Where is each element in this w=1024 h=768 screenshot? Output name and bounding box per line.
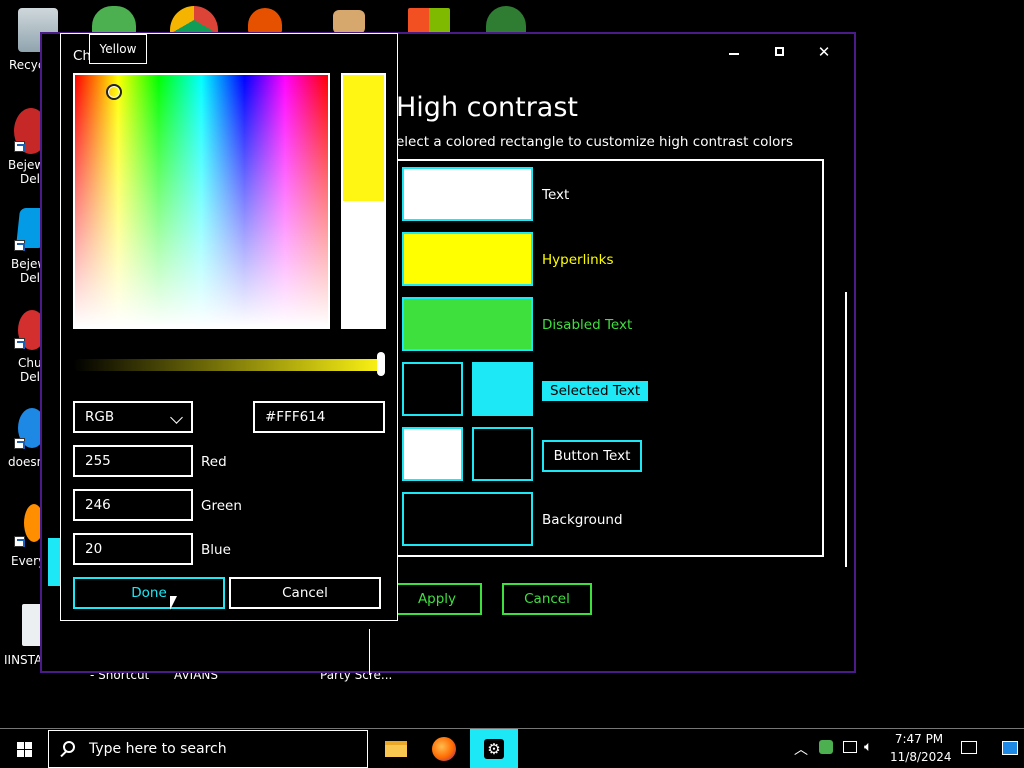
green-label: Green bbox=[201, 498, 242, 514]
file-explorer-taskbar-button[interactable] bbox=[372, 729, 420, 768]
blue-input[interactable]: 20 bbox=[73, 533, 193, 565]
network-icon[interactable] bbox=[843, 741, 857, 753]
search-placeholder: Type here to search bbox=[89, 741, 227, 757]
vertical-scrollbar[interactable] bbox=[845, 292, 847, 567]
close-icon: ✕ bbox=[817, 43, 831, 61]
selected-color-preview bbox=[343, 75, 384, 201]
background-color-swatch[interactable] bbox=[402, 492, 533, 546]
shortcut-arrow-icon bbox=[14, 240, 25, 251]
disabled-text-row-label: Disabled Text bbox=[542, 317, 633, 333]
blue-label: Blue bbox=[201, 542, 231, 558]
chrome-icon[interactable] bbox=[170, 6, 218, 34]
settings-cancel-button[interactable]: Cancel bbox=[502, 583, 592, 615]
hex-input[interactable]: #FFF614 bbox=[253, 401, 385, 433]
color-spectrum[interactable] bbox=[73, 73, 330, 329]
color-name-tooltip: Yellow bbox=[89, 34, 147, 64]
firefox-icon bbox=[432, 737, 456, 761]
button-text-background-swatch[interactable] bbox=[472, 427, 533, 481]
volume-icon[interactable]: 🔈︎ bbox=[864, 739, 872, 755]
avatar-character-icon[interactable] bbox=[486, 6, 526, 34]
maximize-button[interactable] bbox=[764, 42, 794, 62]
color-preview bbox=[341, 73, 386, 329]
button-text-row-label: Button Text bbox=[542, 440, 642, 472]
selected-text-row-label: Selected Text bbox=[542, 381, 649, 401]
hyperlinks-row-label: Hyperlinks bbox=[542, 252, 614, 268]
desktop-label-chu-a: Chu bbox=[18, 356, 42, 370]
page-subtitle: elect a colored rectangle to customize h… bbox=[396, 134, 794, 150]
green-input[interactable]: 246 bbox=[73, 489, 193, 521]
selected-text-background-swatch[interactable] bbox=[472, 362, 533, 416]
desktop-label-does: doesn bbox=[8, 455, 45, 469]
shortcut-arrow-icon bbox=[14, 338, 25, 349]
maximize-icon bbox=[774, 47, 784, 56]
brightness-slider[interactable] bbox=[73, 359, 385, 371]
window-divider bbox=[369, 629, 370, 675]
security-tray-icon[interactable] bbox=[819, 740, 833, 754]
chevron-up-icon[interactable]: ︿ bbox=[794, 739, 808, 759]
firefox-taskbar-button[interactable] bbox=[420, 729, 468, 768]
folder-icon bbox=[385, 741, 407, 757]
minimize-icon bbox=[729, 53, 739, 55]
mouse-pointer-icon bbox=[170, 596, 177, 610]
desktop-label-install: IINSTA bbox=[4, 653, 43, 667]
close-button[interactable]: ✕ bbox=[809, 42, 839, 62]
chevron-down-icon bbox=[170, 411, 183, 424]
text-row-label: Text bbox=[542, 187, 570, 203]
color-mode-value: RGB bbox=[85, 409, 115, 425]
spectrum-selector-handle[interactable] bbox=[106, 84, 122, 100]
desktop-label-bej1a: Bejew bbox=[8, 158, 45, 172]
package-icon[interactable] bbox=[333, 10, 365, 34]
settings-taskbar-button[interactable]: ⚙ bbox=[470, 729, 518, 768]
taskbar-search-box[interactable]: Type here to search bbox=[48, 730, 368, 768]
search-icon-handle bbox=[60, 750, 67, 758]
red-input[interactable]: 255 bbox=[73, 445, 193, 477]
color-mode-dropdown[interactable]: RGB bbox=[73, 401, 193, 433]
shortcut-arrow-icon bbox=[14, 141, 25, 152]
start-button[interactable] bbox=[0, 729, 48, 768]
windows-logo-icon[interactable] bbox=[408, 8, 450, 34]
disabled-text-color-swatch[interactable] bbox=[402, 297, 533, 351]
show-desktop-icon[interactable] bbox=[1002, 741, 1018, 755]
nav-selection-indicator bbox=[48, 538, 60, 586]
brightness-slider-thumb[interactable] bbox=[377, 352, 385, 376]
minimize-button[interactable] bbox=[719, 42, 749, 62]
hyperlinks-color-swatch[interactable] bbox=[402, 232, 533, 286]
taskbar: Type here to search ⚙ ︿ 🔈︎ 7:47 PM 11/8/… bbox=[0, 728, 1024, 768]
windows-start-icon bbox=[17, 742, 32, 757]
gear-icon: ⚙ bbox=[484, 739, 504, 759]
apply-button[interactable]: Apply bbox=[392, 583, 482, 615]
notifications-icon[interactable] bbox=[961, 741, 977, 754]
app-shield-icon[interactable] bbox=[248, 8, 282, 34]
done-button[interactable]: Done bbox=[73, 577, 225, 609]
selected-text-foreground-swatch[interactable] bbox=[402, 362, 463, 416]
color-picker-dialog: Ch t color Yellow RGB #FFF614 255 Red 24… bbox=[60, 33, 398, 621]
tray-date[interactable]: 11/8/2024 bbox=[890, 750, 952, 764]
red-label: Red bbox=[201, 454, 227, 470]
shortcut-arrow-icon bbox=[14, 536, 25, 547]
text-color-swatch[interactable] bbox=[402, 167, 533, 221]
button-text-foreground-swatch[interactable] bbox=[402, 427, 463, 481]
background-row-label: Background bbox=[542, 512, 623, 528]
tray-time[interactable]: 7:47 PM bbox=[890, 732, 948, 746]
shortcut-arrow-icon bbox=[14, 438, 25, 449]
page-title: High contrast bbox=[396, 92, 578, 123]
picker-cancel-button[interactable]: Cancel bbox=[229, 577, 381, 609]
